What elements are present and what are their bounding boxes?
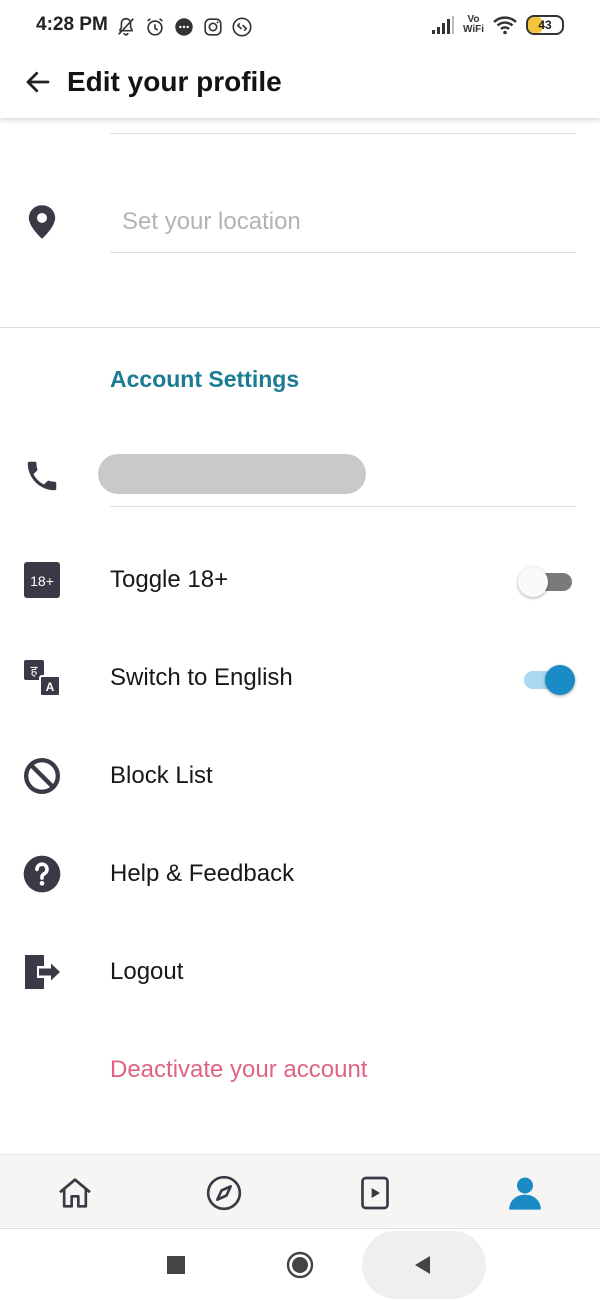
nav-videos[interactable] xyxy=(353,1171,397,1215)
compass-icon xyxy=(206,1175,242,1211)
switch-language-label: Switch to English xyxy=(110,664,293,691)
back-button[interactable] xyxy=(20,64,56,100)
play-icon xyxy=(361,1176,389,1210)
block-list-label: Block List xyxy=(110,762,213,789)
svg-text:ह: ह xyxy=(31,664,39,679)
logout-icon xyxy=(22,952,62,992)
instagram-icon xyxy=(204,18,222,36)
back-system-button[interactable] xyxy=(406,1249,438,1281)
svg-text:18+: 18+ xyxy=(30,573,54,589)
app-bar: Edit your profile xyxy=(0,56,600,118)
system-navigation-bar xyxy=(0,1228,600,1300)
location-pin-icon xyxy=(22,202,62,242)
adult-18-icon: 18+ xyxy=(22,560,62,600)
alarm-icon xyxy=(147,18,163,36)
field-underline xyxy=(110,133,576,134)
toggle-knob xyxy=(518,567,548,597)
toggle-18-switch[interactable] xyxy=(518,566,576,597)
location-input[interactable] xyxy=(110,202,600,242)
help-feedback-row[interactable]: Help & Feedback xyxy=(0,846,600,902)
status-time: 4:28 PM xyxy=(36,14,108,35)
battery-indicator: 43 xyxy=(526,15,564,35)
signal-icon xyxy=(431,16,454,34)
toggle-18-row[interactable]: 18+ Toggle 18+ xyxy=(0,552,600,608)
phone-underline xyxy=(110,506,576,507)
toggle-knob xyxy=(545,665,575,695)
chat-bubble-icon xyxy=(175,18,193,36)
bottom-navigation xyxy=(0,1154,600,1227)
toggle-18-label: Toggle 18+ xyxy=(110,566,229,593)
switch-language-toggle[interactable] xyxy=(520,664,576,695)
account-settings-heading: Account Settings xyxy=(110,366,300,392)
triangle-back-icon xyxy=(415,1256,430,1274)
nav-explore[interactable] xyxy=(202,1171,246,1215)
status-bar: 4:28 PM Vo WiFi 43 xyxy=(0,0,600,56)
home-icon xyxy=(59,1178,91,1208)
logout-label: Logout xyxy=(110,958,184,985)
help-icon xyxy=(22,854,62,894)
nav-profile[interactable] xyxy=(503,1171,547,1215)
shazam-icon xyxy=(232,17,252,37)
arrow-left-icon xyxy=(26,71,50,93)
section-divider xyxy=(0,327,600,328)
page-title: Edit your profile xyxy=(67,66,282,97)
block-list-row[interactable]: Block List xyxy=(0,748,600,804)
circle-icon xyxy=(286,1251,314,1279)
edit-profile-screen: 4:28 PM Vo WiFi 43 Edit your profile Set… xyxy=(0,0,600,1300)
profile-icon xyxy=(509,1177,541,1210)
recent-apps-button[interactable] xyxy=(160,1249,192,1281)
location-underline xyxy=(110,252,576,253)
wifi-icon xyxy=(493,16,517,35)
status-notification-icons xyxy=(115,16,253,38)
help-feedback-label: Help & Feedback xyxy=(110,860,295,887)
bell-muted-icon xyxy=(118,17,134,36)
nav-home[interactable] xyxy=(53,1171,97,1215)
square-icon xyxy=(167,1256,185,1274)
vowifi-indicator: Vo WiFi xyxy=(462,14,484,35)
status-system-icons: Vo WiFi 43 xyxy=(431,14,564,36)
translate-icon: ह A xyxy=(22,658,62,698)
switch-language-row[interactable]: ह A Switch to English xyxy=(0,650,600,706)
phone-icon xyxy=(22,456,62,496)
phone-number-redacted xyxy=(98,454,366,494)
deactivate-account-link[interactable]: Deactivate your account xyxy=(110,1056,367,1084)
home-system-button[interactable] xyxy=(282,1247,318,1283)
block-icon xyxy=(22,756,62,796)
svg-text:A: A xyxy=(46,680,55,694)
logout-row[interactable]: Logout xyxy=(0,944,600,1000)
